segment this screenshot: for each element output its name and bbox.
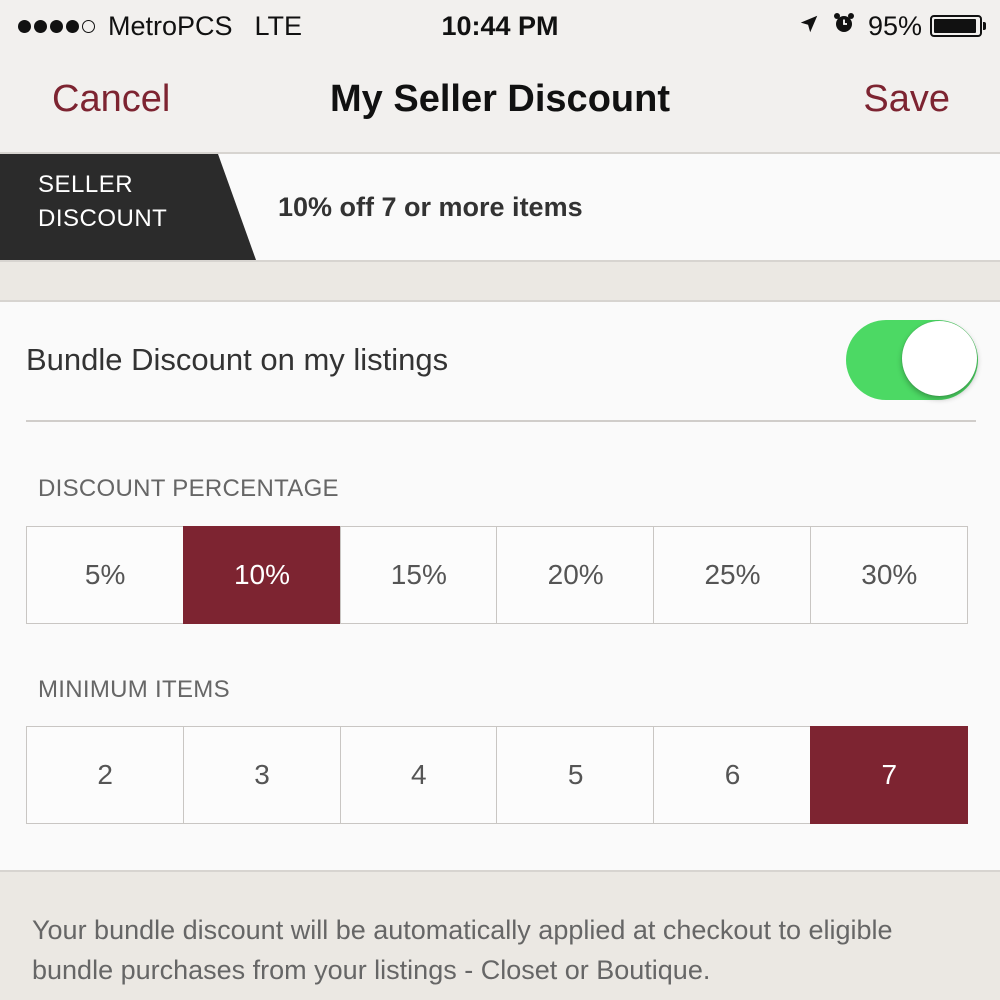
- bundle-discount-toggle[interactable]: [846, 320, 978, 400]
- toggle-knob: [902, 321, 977, 396]
- battery-percent: 95%: [867, 10, 922, 41]
- minimum-option-7[interactable]: 7: [810, 726, 969, 824]
- discount-summary: 10% off 7 or more items: [278, 192, 583, 222]
- bundle-discount-row: Bundle Discount on my listings: [26, 302, 978, 422]
- discount-option-20[interactable]: 20%: [496, 526, 655, 624]
- navigation-bar: Cancel My Seller Discount Save: [0, 52, 1000, 154]
- minimum-option-3[interactable]: 3: [182, 726, 342, 824]
- seller-discount-banner: SELLER DISCOUNT 10% off 7 or more items: [0, 154, 1000, 262]
- minimum-items-label: MINIMUM ITEMS: [38, 676, 230, 703]
- status-right: 95%: [798, 8, 986, 44]
- alarm-clock-icon: [832, 11, 856, 42]
- minimum-option-6[interactable]: 6: [653, 726, 812, 824]
- page-title: My Seller Discount: [330, 78, 670, 120]
- bundle-discount-note: Your bundle discount will be automatical…: [32, 915, 893, 985]
- bundle-discount-settings: Bundle Discount on my listings DISCOUNT …: [0, 300, 1000, 872]
- discount-option-30[interactable]: 30%: [810, 526, 969, 624]
- discount-percentage-selector: 5% 10% 15% 20% 25% 30%: [26, 526, 976, 624]
- discount-option-25[interactable]: 25%: [653, 526, 812, 624]
- battery-level: [934, 19, 976, 33]
- battery-icon: [930, 15, 986, 37]
- discount-option-5[interactable]: 5%: [26, 526, 185, 624]
- discount-option-15[interactable]: 15%: [339, 526, 498, 624]
- discount-percentage-label: DISCOUNT PERCENTAGE: [38, 475, 339, 502]
- bundle-discount-label: Bundle Discount on my listings: [26, 342, 449, 377]
- minimum-option-4[interactable]: 4: [339, 726, 498, 824]
- minimum-option-2[interactable]: 2: [26, 726, 185, 824]
- tag-line-seller: SELLER: [38, 171, 134, 198]
- status-bar: MetroPCS LTE 10:44 PM 95%: [0, 0, 1000, 52]
- location-arrow-icon: [798, 11, 820, 42]
- seller-discount-tag: SELLER DISCOUNT: [0, 154, 256, 260]
- minimum-option-5[interactable]: 5: [496, 726, 655, 824]
- tag-line-discount: DISCOUNT: [38, 205, 168, 232]
- minimum-items-selector: 2 3 4 5 6 7: [26, 726, 976, 824]
- save-button[interactable]: Save: [863, 78, 950, 121]
- battery-nub: [983, 22, 986, 30]
- discount-option-10[interactable]: 10%: [182, 526, 342, 624]
